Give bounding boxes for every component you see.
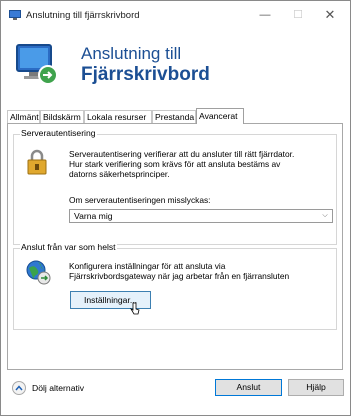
tab-advanced[interactable]: Avancerat bbox=[196, 108, 244, 124]
connect-anywhere-title: Anslut från var som helst bbox=[20, 242, 117, 252]
server-auth-description-line3: datorns säkerhetsprinciper. bbox=[69, 169, 170, 179]
tab-general[interactable]: Allmänt bbox=[7, 110, 40, 123]
advanced-tab-panel: Serverautentisering Serverautentisering … bbox=[7, 123, 343, 370]
chevron-up-icon bbox=[15, 385, 23, 391]
remote-desktop-app-icon bbox=[9, 10, 21, 20]
connect-button[interactable]: Anslut bbox=[215, 379, 282, 396]
tab-local-resources[interactable]: Lokala resurser bbox=[84, 110, 152, 123]
banner-title-line2: Fjärrskrivbord bbox=[81, 64, 210, 85]
hide-options-toggle[interactable] bbox=[12, 381, 26, 395]
server-auth-title: Serverautentisering bbox=[20, 128, 97, 138]
close-button[interactable]: ✕ bbox=[315, 5, 345, 25]
gateway-globe-icon bbox=[26, 260, 51, 285]
tab-experience[interactable]: Prestanda bbox=[152, 110, 196, 123]
help-button[interactable]: Hjälp bbox=[288, 379, 344, 396]
minimize-button[interactable]: — bbox=[250, 5, 280, 25]
hide-options-label[interactable]: Dölj alternativ bbox=[32, 383, 84, 393]
auth-fail-dropdown[interactable]: Varna mig ⌵ bbox=[69, 209, 333, 223]
connect-anywhere-description-line2: Fjärrskrivbordsgateway när jag arbetar f… bbox=[69, 271, 290, 281]
title-bar[interactable]: Anslutning till fjärrskrivbord — ☐ ✕ bbox=[1, 1, 350, 30]
chevron-down-icon[interactable]: ⌵ bbox=[318, 210, 332, 222]
connect-anywhere-group: Anslut från var som helst Konfigurera in… bbox=[13, 242, 337, 330]
maximize-button[interactable]: ☐ bbox=[283, 5, 313, 25]
remote-desktop-logo-icon bbox=[16, 44, 58, 85]
auth-fail-label: Om serverautentiseringen misslyckas: bbox=[69, 195, 211, 205]
rdp-window: Anslutning till fjärrskrivbord — ☐ ✕ Ans… bbox=[0, 0, 351, 416]
server-auth-description-line2: Hur stark verifiering som krävs för att … bbox=[69, 159, 281, 169]
mouse-pointer-icon bbox=[130, 302, 140, 315]
connect-anywhere-description-line1: Konfigurera inställningar för att anslut… bbox=[69, 261, 226, 271]
auth-fail-selected-value: Varna mig bbox=[74, 211, 113, 221]
banner-title-line1: Anslutning till bbox=[81, 44, 182, 63]
lock-icon bbox=[27, 149, 47, 175]
header-banner: Anslutning till Fjärrskrivbord bbox=[1, 30, 350, 92]
server-auth-description-line1: Serverautentisering verifierar att du an… bbox=[69, 149, 295, 159]
footer-bar: Dölj alternativ Anslut Hjälp bbox=[1, 370, 350, 415]
tab-display[interactable]: Bildskärm bbox=[40, 110, 84, 123]
server-auth-group: Serverautentisering Serverautentisering … bbox=[13, 128, 337, 245]
window-title: Anslutning till fjärrskrivbord bbox=[26, 10, 140, 21]
